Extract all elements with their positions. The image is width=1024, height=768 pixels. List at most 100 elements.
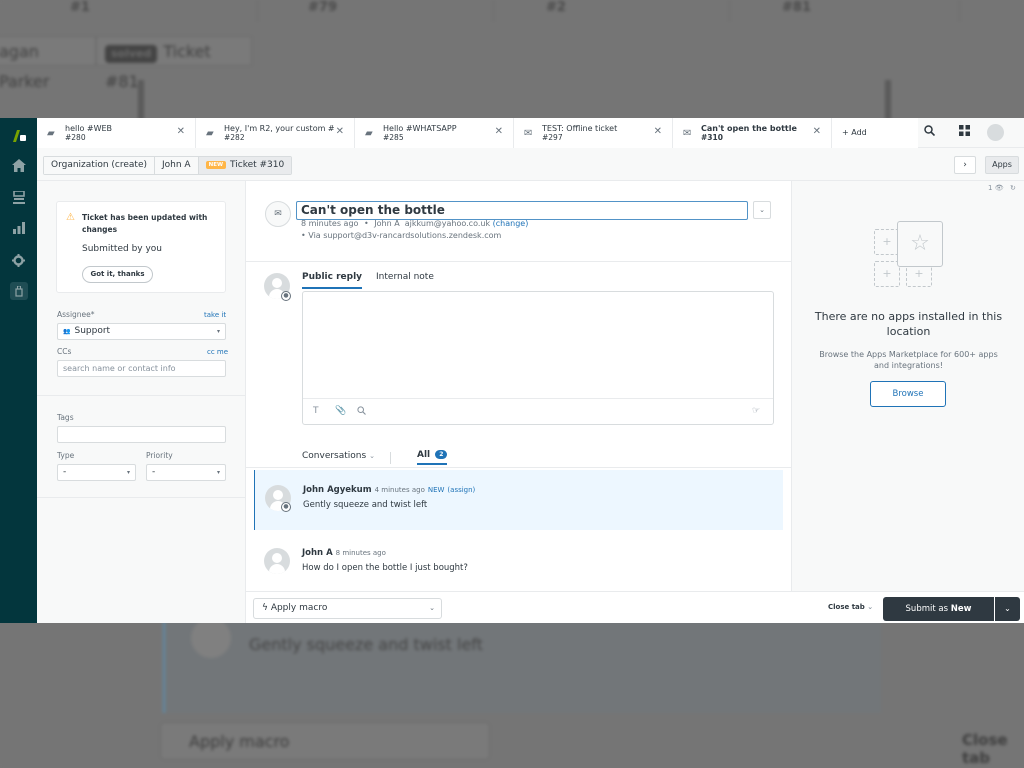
user-badge-icon: ●: [281, 502, 291, 512]
ccs-input[interactable]: search name or contact info: [57, 360, 226, 377]
nav-app[interactable]: [0, 276, 37, 306]
conversations-filter[interactable]: Conversations ⌄: [302, 451, 375, 461]
nav-views[interactable]: [0, 182, 37, 212]
priority-select[interactable]: - ▾: [146, 464, 226, 481]
background-tab-number: #79: [308, 0, 337, 15]
filter-divider: [390, 452, 391, 464]
background-tab: #79: [258, 0, 494, 22]
channel-icon: ▰: [206, 128, 214, 139]
solved-badge: solved: [105, 45, 158, 63]
close-icon[interactable]: ✕: [813, 126, 821, 137]
apply-macro-select[interactable]: ϟ Apply macro ⌄: [253, 598, 442, 619]
apps-grid-icon[interactable]: [959, 125, 970, 139]
chevron-down-icon: ▾: [126, 469, 130, 476]
ticket-time: 8 minutes ago: [301, 219, 359, 228]
tab-title: Hey, I'm R2, your custom #: [224, 124, 335, 133]
tags-input[interactable]: [57, 426, 226, 443]
submit-button[interactable]: Submit as New: [883, 597, 994, 621]
status-badge: NEW: [205, 161, 227, 169]
next-button[interactable]: ›: [954, 156, 976, 174]
attachment-icon[interactable]: 📎: [335, 406, 346, 416]
channel-icon: ▰: [47, 128, 55, 139]
subject-menu-button[interactable]: ⌄: [753, 201, 771, 219]
search-icon[interactable]: [924, 125, 936, 139]
reply-tabs: Public reply Internal note: [302, 272, 434, 289]
submit-status: New: [950, 604, 972, 614]
chevron-right-icon: ›: [963, 160, 967, 170]
ticket-meta: 8 minutes ago • John A ajkkum@yahoo.co.u…: [301, 219, 528, 228]
add-tab-button[interactable]: + Add: [832, 118, 918, 148]
refresh-icon[interactable]: ↻: [1010, 184, 1016, 192]
gear-icon: [12, 253, 25, 267]
change-requester-link[interactable]: (change): [493, 219, 529, 228]
close-icon[interactable]: ✕: [654, 126, 662, 137]
nav-home[interactable]: [0, 150, 37, 180]
nav-admin[interactable]: [0, 245, 37, 275]
ticket-tab[interactable]: ▰ Hello #WHATSAPP #285 ✕: [355, 118, 514, 148]
close-icon[interactable]: ✕: [495, 126, 503, 137]
browse-button[interactable]: Browse: [870, 381, 946, 407]
reply-textarea[interactable]: [303, 292, 773, 398]
background-comment-body: Gently squeeze and twist left: [249, 635, 483, 654]
breadcrumb-organization[interactable]: Organization (create): [44, 157, 155, 174]
app-icon: [9, 282, 28, 300]
assign-link[interactable]: (assign): [447, 486, 475, 494]
subject-input[interactable]: Can't open the bottle: [296, 201, 748, 220]
group-icon: 👥: [63, 328, 71, 335]
author-name[interactable]: John A: [302, 548, 333, 558]
nav-reporting[interactable]: [0, 213, 37, 243]
background-tab-number: #2: [546, 0, 566, 15]
conversation-item: ● John Agyekum 4 minutes ago NEW (assign) …: [254, 470, 783, 530]
tab-all[interactable]: All 2: [417, 450, 448, 465]
got-it-button[interactable]: Got it, thanks: [82, 266, 153, 283]
type-select[interactable]: - ▾: [57, 464, 136, 481]
background-breadcrumb: agan Parker: [0, 36, 96, 91]
text-format-icon[interactable]: T: [313, 406, 319, 416]
author-name[interactable]: John Agyekum: [303, 485, 372, 495]
close-icon[interactable]: ✕: [177, 126, 185, 137]
editor-toolbar: T 📎 ☞: [303, 398, 773, 424]
close-tab-button[interactable]: Close tab ⌄: [828, 603, 873, 611]
cc-me-link[interactable]: cc me: [207, 348, 228, 356]
reply-editor: T 📎 ☞: [302, 291, 774, 425]
breadcrumb-ticket[interactable]: NEW Ticket #310: [198, 157, 292, 174]
ticket-tab[interactable]: ▰ Hey, I'm R2, your custom # #282 ✕: [196, 118, 355, 148]
comment-time: 4 minutes ago: [374, 486, 425, 494]
ticket-footer: ϟ Apply macro ⌄ Close tab ⌄ Submit as Ne…: [246, 591, 1024, 623]
assignee-value: Support: [74, 326, 111, 336]
close-tab-label: Close tab: [828, 603, 865, 611]
tab-number: #297: [542, 133, 563, 142]
breadcrumb-requester[interactable]: John A: [155, 157, 199, 174]
ticket-tab-active[interactable]: ✉ Can't open the bottle #310 ✕: [673, 118, 832, 148]
tab-internal-note[interactable]: Internal note: [376, 272, 434, 289]
tab-title: TEST: Offline ticket: [542, 124, 618, 133]
warning-icon: ⚠: [66, 212, 75, 223]
ticket-tab[interactable]: ▰ hello #WEB #280 ✕: [37, 118, 196, 148]
apps-button[interactable]: Apps: [985, 156, 1019, 174]
ticket-via: • Via support@d3v-rancardsolutions.zende…: [301, 231, 501, 240]
zendesk-logo[interactable]: [0, 121, 37, 151]
background-breadcrumb: solved Ticket #81: [96, 36, 252, 91]
user-avatar[interactable]: [987, 124, 1004, 141]
assignee-select[interactable]: 👥 Support ▾: [57, 323, 226, 340]
all-label: All: [417, 450, 431, 460]
submit-options-button[interactable]: ⌄: [995, 597, 1020, 621]
ticket-tab[interactable]: ✉ TEST: Offline ticket #297 ✕: [514, 118, 673, 148]
logo-icon: [12, 130, 26, 142]
close-icon[interactable]: ✕: [336, 126, 344, 137]
tab-public-reply[interactable]: Public reply: [302, 272, 363, 289]
take-it-link[interactable]: take it: [204, 311, 226, 319]
ticket-tabbar: ▰ hello #WEB #280 ✕ ▰ Hey, I'm R2, your …: [37, 118, 1024, 148]
tab-title: Hello #WHATSAPP: [383, 124, 457, 133]
background-macro: Apply macro: [160, 722, 490, 760]
background-divider: [138, 80, 144, 120]
emoji-icon[interactable]: ☞: [752, 406, 760, 416]
via-address: Via support@d3v-rancardsolutions.zendesk…: [308, 231, 502, 240]
background-close-tab: Close tab: [962, 731, 1008, 767]
ticket-properties-panel: ⚠ Ticket has been updated with changes S…: [37, 181, 246, 623]
ccs-label: CCs: [57, 347, 72, 356]
search-knowledge-icon[interactable]: [357, 406, 366, 418]
requester-name[interactable]: John A: [374, 219, 399, 228]
chevron-down-icon: ⌄: [1004, 604, 1011, 613]
product-nav: [0, 118, 37, 623]
